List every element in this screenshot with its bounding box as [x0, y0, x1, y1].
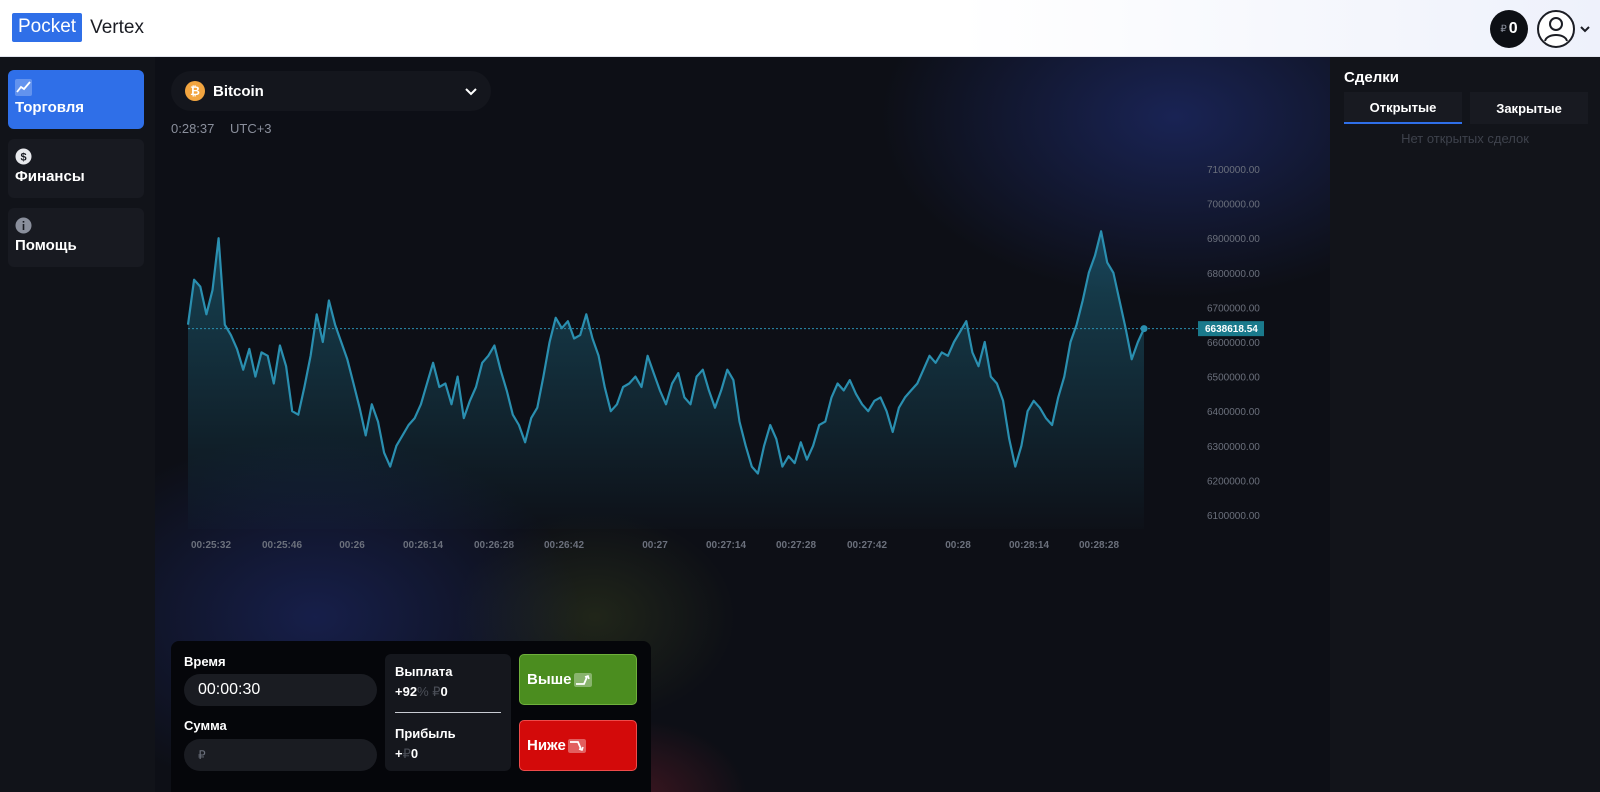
svg-text:$: $ [20, 152, 26, 164]
payout-label: Выплата [395, 664, 453, 679]
lower-button[interactable]: Ниже [519, 720, 637, 771]
arrow-down-icon [567, 738, 586, 753]
payout-box: Выплата +92% ₽0 Прибыль +₽0 [385, 654, 511, 771]
current-price-dot [1140, 325, 1148, 333]
sidebar-item-label: Торговля [15, 99, 85, 116]
trade-panel: Время 00:00:30 Сумма ₽ Выплата +92% ₽0 П… [171, 641, 651, 792]
y-tick-label: 6500000.00 [1207, 373, 1260, 384]
timezone: UTC+3 [230, 121, 272, 136]
bitcoin-icon: ₿ [185, 81, 205, 101]
x-tick-label: 00:27:42 [847, 540, 887, 551]
payout-amount: 0 [440, 684, 448, 699]
higher-button[interactable]: Выше [519, 654, 637, 705]
time-label: Время [184, 654, 226, 669]
expiry-time-value: 00:00:30 [198, 681, 261, 698]
y-tick-label: 6800000.00 [1207, 269, 1260, 280]
lower-label: Ниже [527, 737, 566, 754]
main-area: ₿ Bitcoin 0:28:37 UTC+3 7100000.00 700000… [155, 57, 1330, 792]
current-price-label: 6638618.54 [1205, 324, 1258, 335]
sidebar-item-trading[interactable]: Торговля [8, 70, 144, 129]
expiry-time-input[interactable]: 00:00:30 [184, 674, 377, 706]
tab-open-label: Открытые [1369, 99, 1437, 115]
tab-closed-deals[interactable]: Закрытые [1470, 92, 1588, 124]
payout-currency: ₽ [432, 684, 441, 699]
logo-text: Vertex [90, 16, 144, 38]
x-tick-label: 00:26 [339, 540, 365, 551]
y-tick-label: 6600000.00 [1207, 338, 1260, 349]
tab-closed-label: Закрытые [1496, 100, 1562, 116]
y-tick-label: 6100000.00 [1207, 511, 1260, 522]
y-tick-label: 7100000.00 [1207, 165, 1260, 176]
asset-selector[interactable]: ₿ Bitcoin [171, 71, 491, 111]
profit-label: Прибыль [395, 726, 456, 741]
info-icon [15, 217, 32, 234]
clock-time: 0:28:37 [171, 121, 215, 136]
x-tick-label: 00:25:46 [262, 540, 302, 551]
y-tick-label: 7000000.00 [1207, 200, 1260, 211]
x-tick-label: 00:28:14 [1009, 540, 1049, 551]
profit-currency: ₽ [402, 746, 411, 761]
balance-currency: ₽ [1500, 23, 1507, 35]
amount-label: Сумма [184, 718, 227, 733]
payout-value: +92% ₽0 [395, 684, 448, 700]
x-tick-label: 00:25:32 [191, 540, 231, 551]
avatar[interactable] [1537, 10, 1575, 48]
sidebar-item-label: Финансы [15, 168, 85, 185]
payout-divider [395, 712, 501, 713]
empty-deals-message: Нет открытых сделок [1401, 131, 1529, 146]
profit-value: +₽0 [395, 746, 418, 762]
x-tick-label: 00:27 [642, 540, 668, 551]
x-tick-label: 00:27:14 [706, 540, 746, 551]
sidebar-item-label: Помощь [15, 237, 77, 254]
y-tick-label: 6200000.00 [1207, 476, 1260, 487]
sidebar-item-help[interactable]: Помощь [8, 208, 144, 267]
price-chart[interactable]: 7100000.00 7000000.00 6900000.00 6800000.00… [155, 157, 1330, 627]
payout-percent: % [417, 684, 429, 699]
profit-prefix: + [395, 746, 403, 761]
deals-title: Сделки [1344, 69, 1399, 86]
y-tick-label: 6400000.00 [1207, 407, 1260, 418]
chart-line-icon [15, 79, 32, 96]
y-tick-label: 6700000.00 [1207, 303, 1260, 314]
balance-value: 0 [1508, 20, 1518, 37]
profit-amount: 0 [410, 746, 419, 761]
x-tick-label: 00:26:14 [403, 540, 443, 551]
asset-name: Bitcoin [213, 82, 264, 100]
amount-placeholder: ₽ [198, 748, 206, 762]
payout-prefix: +92 [395, 684, 418, 699]
x-tick-label: 00:28 [945, 540, 971, 551]
chevron-down-icon[interactable] [1578, 22, 1592, 36]
higher-label: Выше [527, 671, 572, 688]
server-time: 0:28:37 UTC+3 [171, 121, 272, 136]
top-header: Pocket Vertex ₽ 0 [0, 0, 1600, 57]
x-tick-label: 00:27:28 [776, 540, 816, 551]
arrow-up-icon [573, 672, 592, 687]
x-tick-label: 00:28:28 [1079, 540, 1119, 551]
user-icon [1544, 17, 1568, 42]
x-tick-label: 00:26:42 [544, 540, 584, 551]
sidebar-item-finance[interactable]: $ Финансы [8, 139, 144, 198]
logo-box: Pocket [12, 13, 83, 42]
amount-input[interactable]: ₽ [184, 739, 377, 771]
balance-badge[interactable]: ₽ 0 [1490, 10, 1528, 48]
deals-panel: Сделки Открытые Закрытые Нет открытых сд… [1330, 57, 1600, 792]
chevron-down-icon [465, 88, 477, 96]
logo[interactable]: Pocket Vertex [12, 13, 144, 42]
dollar-icon: $ [15, 148, 32, 165]
sidebar: Торговля $ Финансы Помощь [0, 57, 155, 792]
x-tick-label: 00:26:28 [474, 540, 514, 551]
y-tick-label: 6900000.00 [1207, 234, 1260, 245]
tab-open-deals[interactable]: Открытые [1344, 92, 1462, 124]
price-area [188, 231, 1144, 530]
y-tick-label: 6300000.00 [1207, 442, 1260, 453]
